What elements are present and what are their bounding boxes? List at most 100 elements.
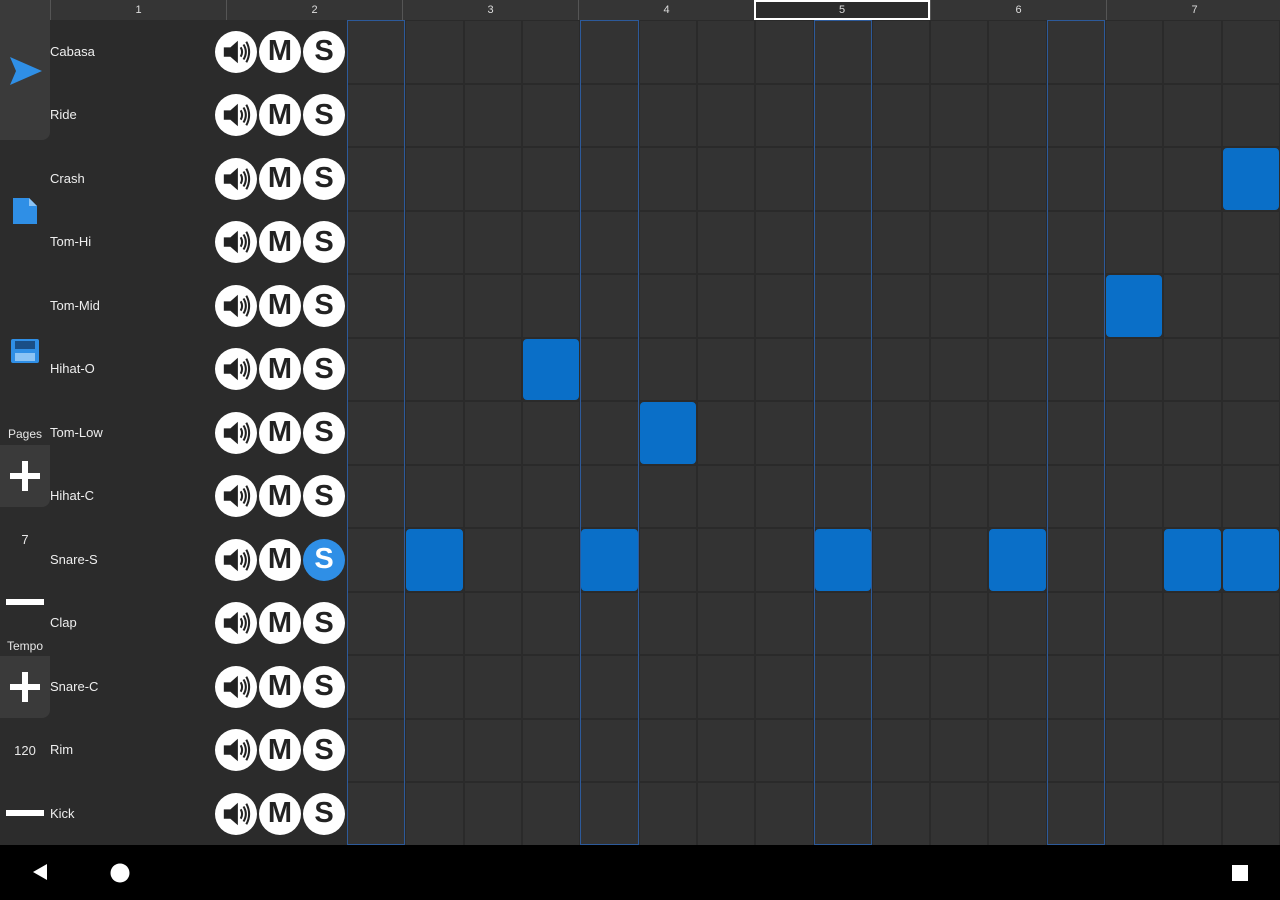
- step-cell-active[interactable]: [522, 338, 580, 400]
- step-cell[interactable]: [1221, 782, 1280, 846]
- step-cell[interactable]: [347, 83, 406, 147]
- volume-button[interactable]: [215, 729, 257, 772]
- step-cell[interactable]: [813, 655, 872, 719]
- step-cell[interactable]: [638, 591, 697, 655]
- step-cell[interactable]: [580, 147, 639, 211]
- step-cell[interactable]: [521, 274, 581, 338]
- step-cell[interactable]: [463, 20, 522, 84]
- step-cell[interactable]: [521, 20, 581, 84]
- mute-button[interactable]: M: [259, 221, 301, 264]
- step-cell[interactable]: [580, 83, 639, 147]
- step-cell[interactable]: [930, 718, 989, 782]
- step-cell[interactable]: [638, 337, 697, 401]
- step-cell[interactable]: [696, 20, 756, 84]
- step-cell[interactable]: [638, 210, 697, 274]
- solo-button[interactable]: S: [303, 411, 345, 454]
- step-cell[interactable]: [580, 782, 639, 846]
- step-cell[interactable]: [347, 655, 406, 719]
- step-cell-active[interactable]: [1222, 529, 1279, 591]
- solo-button[interactable]: S: [303, 602, 345, 645]
- step-cell[interactable]: [1221, 655, 1280, 719]
- step-cell[interactable]: [755, 591, 814, 655]
- step-cell[interactable]: [930, 464, 989, 528]
- step-cell[interactable]: [580, 210, 639, 274]
- step-cell[interactable]: [871, 591, 931, 655]
- step-cell[interactable]: [405, 591, 464, 655]
- step-cell[interactable]: [813, 337, 872, 401]
- step-cell[interactable]: [347, 528, 406, 592]
- solo-button[interactable]: S: [303, 729, 345, 772]
- step-cell[interactable]: [930, 147, 989, 211]
- step-cell[interactable]: [871, 147, 931, 211]
- step-cell[interactable]: [1105, 210, 1164, 274]
- volume-button[interactable]: [215, 665, 257, 708]
- solo-button[interactable]: S: [303, 665, 345, 708]
- step-cell[interactable]: [638, 464, 697, 528]
- step-cell[interactable]: [347, 20, 406, 84]
- solo-button[interactable]: S: [303, 94, 345, 137]
- step-cell[interactable]: [813, 20, 872, 84]
- step-cell[interactable]: [463, 401, 522, 465]
- step-cell[interactable]: [755, 210, 814, 274]
- step-cell[interactable]: [755, 528, 814, 592]
- step-cell[interactable]: [1163, 337, 1222, 401]
- save-button[interactable]: [0, 332, 50, 377]
- back-icon[interactable]: [30, 862, 50, 882]
- mute-button[interactable]: M: [259, 729, 301, 772]
- step-cell[interactable]: [755, 337, 814, 401]
- mute-button[interactable]: M: [259, 30, 301, 73]
- step-cell[interactable]: [1221, 274, 1280, 338]
- step-cell[interactable]: [1105, 782, 1164, 846]
- step-cell[interactable]: [1221, 337, 1280, 401]
- step-cell[interactable]: [1046, 591, 1106, 655]
- step-cell[interactable]: [755, 20, 814, 84]
- step-cell[interactable]: [1221, 464, 1280, 528]
- step-cell-active[interactable]: [1222, 148, 1279, 210]
- step-cell[interactable]: [813, 782, 872, 846]
- step-cell[interactable]: [463, 718, 522, 782]
- step-cell[interactable]: [463, 655, 522, 719]
- step-cell[interactable]: [696, 83, 756, 147]
- volume-button[interactable]: [215, 411, 257, 454]
- step-cell[interactable]: [463, 147, 522, 211]
- step-cell[interactable]: [1105, 147, 1164, 211]
- step-cell[interactable]: [405, 718, 464, 782]
- step-cell[interactable]: [1221, 401, 1280, 465]
- step-cell[interactable]: [638, 20, 697, 84]
- mute-button[interactable]: M: [259, 538, 301, 581]
- step-cell[interactable]: [580, 274, 639, 338]
- step-cell[interactable]: [1105, 655, 1164, 719]
- step-cell[interactable]: [1221, 210, 1280, 274]
- step-cell[interactable]: [463, 528, 522, 592]
- step-cell[interactable]: [871, 528, 931, 592]
- step-cell[interactable]: [1046, 528, 1106, 592]
- tempo-increase-button[interactable]: [0, 656, 50, 718]
- step-cell[interactable]: [580, 591, 639, 655]
- volume-button[interactable]: [215, 538, 257, 581]
- volume-button[interactable]: [215, 221, 257, 264]
- step-cell[interactable]: [521, 718, 581, 782]
- step-cell[interactable]: [580, 337, 639, 401]
- home-icon[interactable]: [109, 862, 131, 884]
- step-cell[interactable]: [463, 210, 522, 274]
- tempo-decrease-button[interactable]: [0, 799, 50, 827]
- step-cell-active[interactable]: [581, 529, 638, 591]
- step-cell[interactable]: [1221, 718, 1280, 782]
- step-cell[interactable]: [930, 401, 989, 465]
- step-cell[interactable]: [405, 464, 464, 528]
- step-cell[interactable]: [463, 337, 522, 401]
- volume-button[interactable]: [215, 157, 257, 200]
- step-cell[interactable]: [405, 782, 464, 846]
- mute-button[interactable]: M: [259, 284, 301, 327]
- step-cell[interactable]: [405, 210, 464, 274]
- step-cell[interactable]: [1046, 147, 1106, 211]
- step-cell[interactable]: [813, 83, 872, 147]
- solo-button[interactable]: S: [303, 284, 345, 327]
- step-cell[interactable]: [347, 591, 406, 655]
- step-cell[interactable]: [638, 655, 697, 719]
- step-cell[interactable]: [1163, 401, 1222, 465]
- solo-button[interactable]: S: [303, 348, 345, 391]
- step-cell-active[interactable]: [1164, 529, 1221, 591]
- mute-button[interactable]: M: [259, 792, 301, 835]
- recents-icon[interactable]: [1231, 864, 1249, 882]
